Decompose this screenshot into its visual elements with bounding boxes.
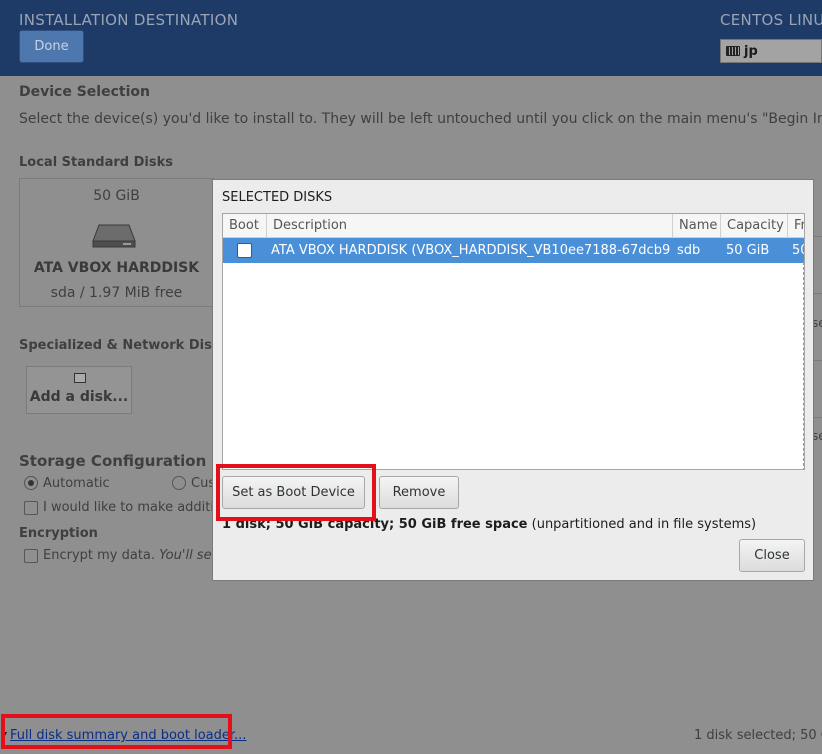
specialized-disks-label: Specialized & Network Disks xyxy=(19,338,229,353)
add-disk-button[interactable]: Add a disk... xyxy=(26,366,132,414)
add-disk-label: Add a disk... xyxy=(29,389,129,405)
full-disk-summary-link[interactable]: Full disk summary and boot loader... xyxy=(10,728,246,743)
device-selection-heading: Device Selection xyxy=(19,84,150,100)
close-button[interactable]: Close xyxy=(739,539,805,572)
keyboard-layout-label: jp xyxy=(744,43,758,59)
disk-summary-text: 1 disk; 50 GiB capacity; 50 GiB free spa… xyxy=(222,517,756,532)
additional-space-checkbox[interactable] xyxy=(24,501,38,515)
keyboard-icon xyxy=(726,46,740,56)
encrypt-checkbox[interactable] xyxy=(24,549,38,563)
keyboard-layout-indicator[interactable]: jp xyxy=(720,39,822,63)
mouse-cursor-icon xyxy=(2,732,7,741)
disk-image-icon xyxy=(74,373,86,383)
disk-model: ATA VBOX HARDDISK xyxy=(33,260,200,276)
column-header-capacity[interactable]: Capacity xyxy=(721,214,788,238)
selected-disks-table: Boot Description Name Capacity Fr ATA VB… xyxy=(222,213,805,470)
column-header-free[interactable]: Fr xyxy=(788,214,804,238)
column-divider xyxy=(803,262,804,469)
selected-disks-dialog: SELECTED DISKS Boot Description Name Cap… xyxy=(212,179,814,581)
column-header-boot[interactable]: Boot xyxy=(223,214,267,238)
disk-summary-bold: 1 disk; 50 GiB capacity; 50 GiB free spa… xyxy=(222,517,528,532)
header-bar: INSTALLATION DESTINATION CENTOS LINUX Do… xyxy=(0,0,822,76)
automatic-label: Automatic xyxy=(43,476,110,491)
encrypt-label-text: Encrypt my data. xyxy=(43,548,156,563)
row-capacity: 50 GiB xyxy=(726,243,770,258)
done-button[interactable]: Done xyxy=(19,30,84,63)
set-boot-device-button[interactable]: Set as Boot Device xyxy=(222,476,365,509)
custom-radio[interactable] xyxy=(172,476,186,490)
dialog-title: SELECTED DISKS xyxy=(222,190,333,205)
table-row[interactable]: ATA VBOX HARDDISK (VBOX_HARDDISK_VB10ee7… xyxy=(223,238,804,263)
storage-config-heading: Storage Configuration xyxy=(19,452,207,470)
local-disk-card[interactable]: 50 GiB ATA VBOX HARDDISK sda / 1.97 MiB … xyxy=(19,178,214,307)
encryption-heading: Encryption xyxy=(19,526,98,541)
disk-selection-status: 1 disk selected; 50 Gi xyxy=(694,728,822,743)
remove-button[interactable]: Remove xyxy=(379,476,459,509)
additional-space-label: I would like to make additiona xyxy=(43,500,239,515)
product-name: CENTOS LINUX xyxy=(720,11,822,29)
automatic-radio[interactable] xyxy=(24,476,38,490)
column-header-name[interactable]: Name xyxy=(673,214,721,238)
disk-info: sda / 1.97 MiB free xyxy=(50,285,183,301)
row-name: sdb xyxy=(677,243,701,258)
device-selection-description: Select the device(s) you'd like to insta… xyxy=(19,111,822,127)
column-header-description[interactable]: Description xyxy=(267,214,673,238)
disk-summary-rest: (unpartitioned and in file systems) xyxy=(527,517,757,532)
boot-checkbox[interactable] xyxy=(237,243,252,258)
harddisk-icon xyxy=(92,224,136,248)
page-title: INSTALLATION DESTINATION xyxy=(19,11,239,29)
table-header: Boot Description Name Capacity Fr xyxy=(223,214,804,238)
row-description: ATA VBOX HARDDISK (VBOX_HARDDISK_VB10ee7… xyxy=(271,243,671,258)
local-disks-label: Local Standard Disks xyxy=(19,155,173,170)
disk-size: 50 GiB xyxy=(93,188,140,204)
row-free: 50 xyxy=(792,243,804,258)
